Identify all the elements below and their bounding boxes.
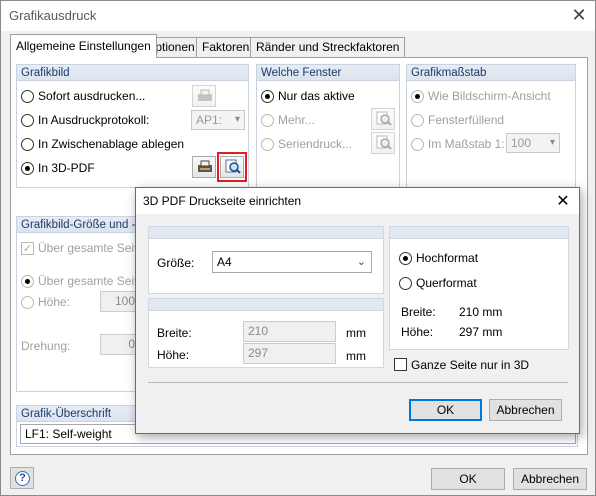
dimensions-panel-header (149, 299, 383, 311)
hoehe-input[interactable]: 100 (100, 291, 140, 312)
close-button[interactable]: ✕ (567, 5, 591, 27)
grafikbild-header: Grafikbild (17, 65, 248, 81)
grafikmassstab-header: Grafikmaßstab (407, 65, 575, 81)
scale-combo-value: 100 (511, 136, 532, 150)
label-seriendruck: Seriendruck... (278, 137, 353, 151)
grafikbild-groesse-header: Grafikbild-Größe und -D (17, 217, 145, 233)
label-in-zwischenablage: In Zwischenablage ablegen (38, 137, 185, 151)
seriendruck-select-button[interactable] (371, 132, 395, 154)
info-breite-label: Breite: (401, 305, 436, 319)
orientation-panel-header (390, 227, 568, 239)
pdf-page-setup-button[interactable] (220, 156, 244, 178)
chevron-down-icon: ▾ (549, 137, 555, 148)
label-im-massstab: Im Maßstab 1: (428, 137, 505, 151)
scale-combo[interactable]: 100 ▾ (506, 133, 560, 153)
label-radio-ueber-gesamte-seiten: Über gesamte Seiten (38, 274, 151, 288)
ok-button[interactable]: OK (431, 468, 505, 490)
label-ganze-seite-3d: Ganze Seite nur in 3D (411, 358, 530, 372)
label-sofort-ausdrucken: Sofort ausdrucken... (38, 89, 146, 103)
cancel-button[interactable]: Abbrechen (513, 468, 587, 490)
label-breite: Breite: (157, 326, 192, 340)
radio-mehr[interactable] (261, 114, 274, 127)
label-querformat: Querformat (416, 276, 477, 290)
title-bar: Grafikausdruck ✕ (1, 1, 595, 31)
radio-wie-bildschirm[interactable] (411, 90, 424, 103)
label-hochformat: Hochformat (416, 251, 479, 265)
label-drehung: Drehung: (21, 339, 71, 353)
window-title: Grafikausdruck (9, 8, 97, 23)
magnifier-icon (225, 159, 241, 174)
protocol-combo-value: AP1: (196, 113, 223, 127)
radio-in-3d-pdf[interactable] (21, 162, 34, 175)
label-checkbox-ueber-gesamte-seiten: Über gesamte Seiten (38, 241, 151, 255)
radio-seriendruck[interactable] (261, 138, 274, 151)
groesse-select[interactable]: A4 ⌄ (212, 251, 372, 273)
hoehe-unit: mm (346, 349, 366, 363)
magnifier-icon (376, 135, 392, 150)
radio-sofort-ausdrucken[interactable] (21, 90, 34, 103)
radio-hochformat[interactable] (399, 252, 412, 265)
radio-ueber-gesamte-seiten[interactable] (21, 275, 34, 288)
breite-unit: mm (346, 326, 366, 340)
tab-faktoren[interactable]: Faktoren (196, 37, 256, 57)
magnifier-icon (376, 111, 392, 126)
pdf-page-setup-dialog: 3D PDF Druckseite einrichten ✕ Größe: A4… (135, 187, 580, 434)
pdf-settings-button[interactable] (192, 156, 216, 178)
tab-allgemeine-einstellungen[interactable]: Allgemeine Einstellungen (10, 34, 157, 58)
dialog-cancel-button[interactable]: Abbrechen (489, 399, 562, 421)
radio-in-zwischenablage[interactable] (21, 138, 34, 151)
groesse-select-value: A4 (217, 255, 232, 269)
radio-hoehe[interactable] (21, 296, 34, 309)
printer-icon (198, 160, 212, 172)
info-breite-value: 210 mm (459, 305, 503, 319)
help-button[interactable]: ? (10, 467, 34, 489)
mehr-select-button[interactable] (371, 108, 395, 130)
welche-fenster-header: Welche Fenster (257, 65, 399, 81)
label-groesse: Größe: (157, 256, 195, 270)
dialog-separator (148, 382, 568, 383)
breite-input[interactable]: 210 (243, 321, 336, 342)
dialog-close-button[interactable]: ✕ (551, 190, 575, 212)
help-icon: ? (15, 471, 30, 486)
tab-raender-streckfaktoren[interactable]: Ränder und Streckfaktoren (250, 37, 406, 57)
chevron-down-icon: ▾ (234, 114, 240, 125)
radio-nur-das-aktive[interactable] (261, 90, 274, 103)
print-setup-button[interactable] (192, 85, 216, 107)
hoehe-dialog-input[interactable]: 297 (243, 343, 336, 364)
label-in-3d-pdf: In 3D-PDF (38, 161, 95, 175)
radio-im-massstab[interactable] (411, 138, 424, 151)
radio-querformat[interactable] (399, 277, 412, 290)
dialog-title-bar: 3D PDF Druckseite einrichten ✕ (136, 188, 579, 214)
dialog-ok-button[interactable]: OK (409, 399, 482, 421)
checkbox-ganze-seite-3d[interactable] (394, 358, 407, 371)
info-hoehe-label: Höhe: (401, 325, 434, 339)
info-hoehe-value: 297 mm (459, 325, 503, 339)
drehung-input[interactable]: 0 (100, 334, 140, 355)
size-panel-header (149, 227, 383, 239)
label-fensterfuellend: Fensterfüllend (428, 113, 505, 127)
chevron-down-icon: ⌄ (356, 255, 366, 268)
dialog-title: 3D PDF Druckseite einrichten (143, 194, 302, 208)
radio-in-ausdruckprotokoll[interactable] (21, 114, 34, 127)
label-in-ausdruckprotokoll: In Ausdruckprotokoll: (38, 113, 150, 127)
printer-icon (198, 89, 212, 101)
label-nur-das-aktive: Nur das aktive (278, 89, 355, 103)
label-wie-bildschirm: Wie Bildschirm-Ansicht (428, 89, 551, 103)
protocol-combo[interactable]: AP1: ▾ (191, 110, 245, 130)
label-mehr: Mehr... (278, 113, 315, 127)
label-hoehe: Höhe: (38, 295, 71, 309)
radio-fensterfuellend[interactable] (411, 114, 424, 127)
checkbox-ueber-gesamte-seiten[interactable]: ✓ (21, 242, 34, 255)
label-hoehe-dialog: Höhe: (157, 348, 190, 362)
check-icon: ✓ (22, 242, 33, 255)
